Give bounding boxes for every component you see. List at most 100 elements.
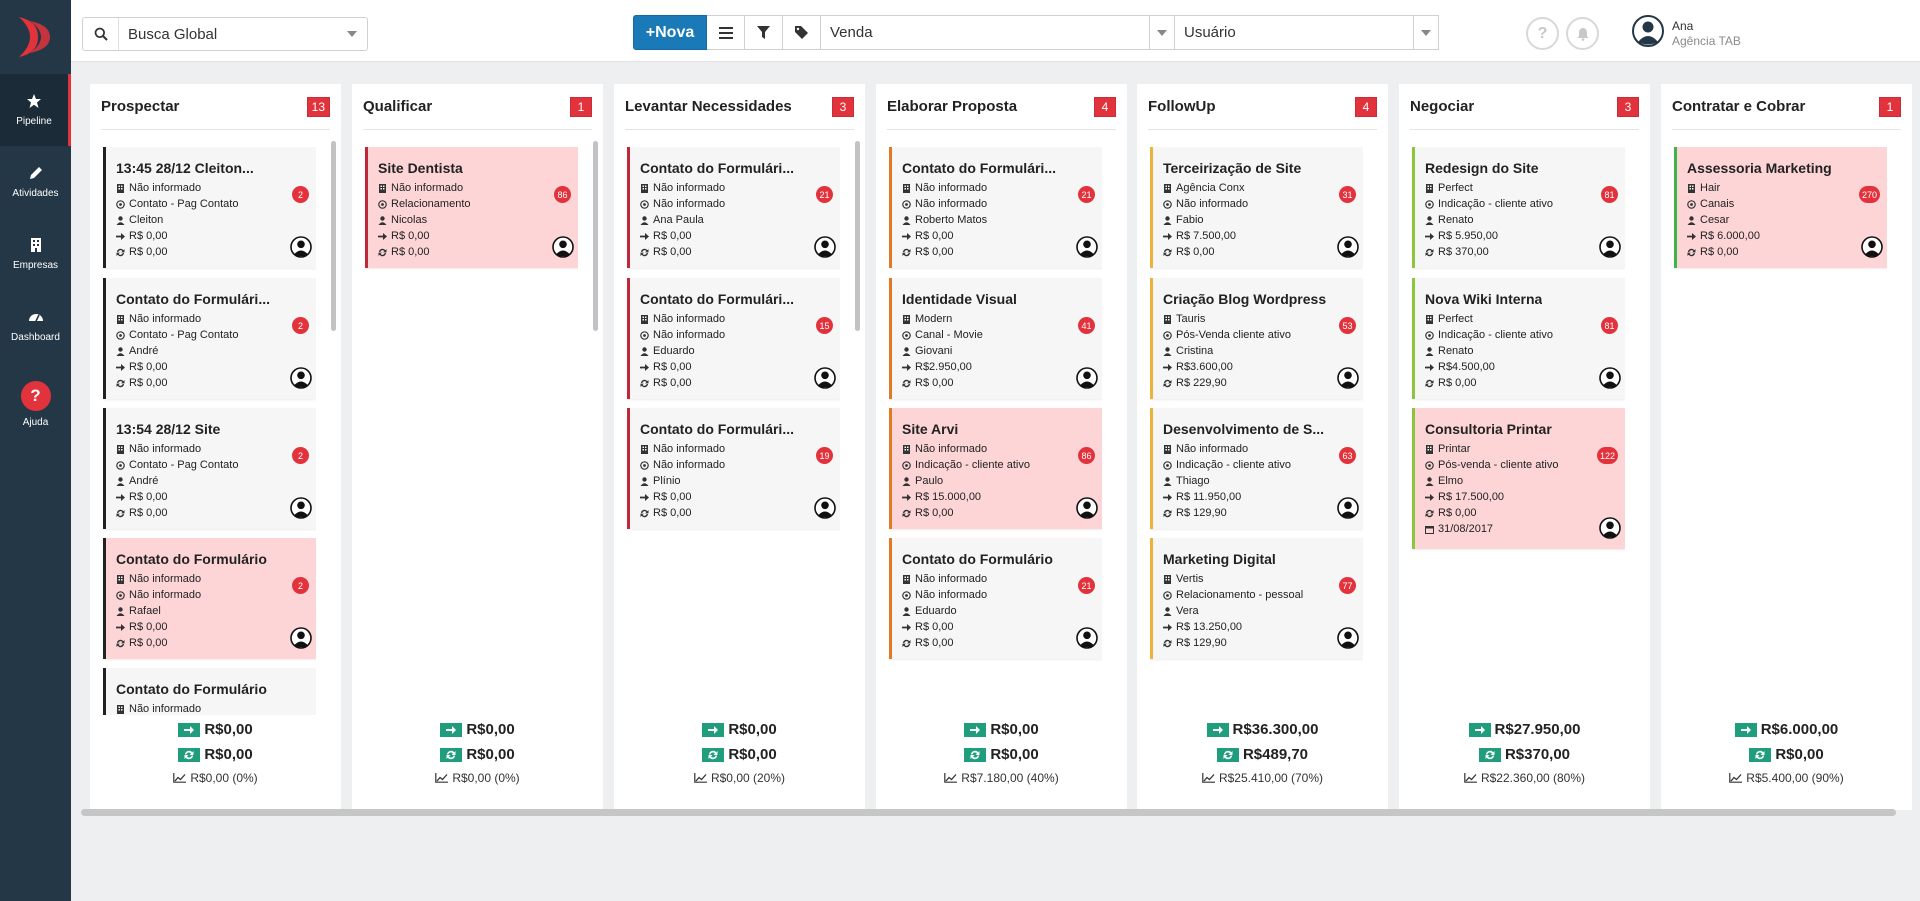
owner-avatar-icon[interactable] [1337,236,1359,263]
deal-title[interactable]: Redesign do Site [1425,160,1539,176]
deal-card[interactable]: Consultoria Printar Printar Pós-venda - cl… [1412,408,1625,549]
owner-avatar-icon[interactable] [1076,367,1098,394]
deal-card[interactable]: Identidade Visual Modern Canal - Movie Giov… [889,278,1102,399]
deal-card[interactable]: Contato do Formulári... Não informado Não … [889,147,1102,268]
owner-avatar-icon[interactable] [1076,497,1098,524]
deal-title[interactable]: Contato do Formulári... [116,291,270,307]
deal-card[interactable]: Contato do Formulári... Não informado Cont… [103,278,316,399]
deal-card[interactable]: Desenvolvimento de S... Não informado Indi… [1150,408,1363,529]
user-menu[interactable]: Ana Agência TAB [1632,15,1741,52]
deal-title[interactable]: Assessoria Marketing [1687,160,1832,176]
owner-avatar-icon[interactable] [1861,236,1883,263]
owner-avatar-icon[interactable] [814,367,836,394]
deal-title[interactable]: Site Dentista [378,160,463,176]
deal-title[interactable]: 13:45 28/12 Cleiton... [116,160,254,176]
chevron-down-icon[interactable] [1413,16,1438,49]
deal-source-text: Não informado [653,329,726,341]
owner-avatar-icon[interactable] [1337,627,1359,654]
deal-value: R$ 0,00 [902,621,954,633]
column-scrollbar[interactable] [331,141,336,331]
deal-title[interactable]: Contato do Formulári... [640,291,794,307]
company-icon [1163,574,1176,584]
contact-icon [116,346,129,356]
tab-logo-icon[interactable] [0,0,71,74]
sidebar-item-dashboard[interactable]: Dashboard [0,290,71,362]
deal-card[interactable]: Criação Blog Wordpress Tauris Pós-Venda cl… [1150,278,1363,399]
deal-card[interactable]: 13:54 28/12 Site Não informado Contato - P… [103,408,316,529]
card-list[interactable]: Site Dentista Não informado Relacionamento… [365,147,578,715]
deal-title[interactable]: Consultoria Printar [1425,421,1552,437]
owner-avatar-icon[interactable] [1076,236,1098,263]
owner-avatar-icon[interactable] [1337,497,1359,524]
sidebar-item-pipeline[interactable]: Pipeline [0,74,71,146]
user-select[interactable]: Usuário [1175,15,1439,50]
deal-card[interactable]: Contato do Formulári... Não informado Não … [627,278,840,399]
owner-avatar-icon[interactable] [290,497,312,524]
deal-card[interactable]: Contato do Formulário Não informado Não in… [103,538,316,659]
deal-title[interactable]: Site Arvi [902,421,958,437]
days-badge: 41 [1078,317,1095,334]
owner-avatar-icon[interactable] [290,627,312,654]
new-deal-button[interactable]: +Nova [633,15,707,50]
deal-card[interactable]: Site Dentista Não informado Relacionamento… [365,147,578,268]
tag-button[interactable] [783,15,821,50]
deal-title[interactable]: Contato do Formulári... [640,160,794,176]
owner-avatar-icon[interactable] [1599,236,1621,263]
deal-title[interactable]: Criação Blog Wordpress [1163,291,1326,307]
deal-title[interactable]: Desenvolvimento de S... [1163,421,1324,437]
owner-avatar-icon[interactable] [1599,517,1621,544]
card-list[interactable]: Terceirização de Site Agência Conx Não inf… [1150,147,1363,715]
list-view-button[interactable] [707,15,745,50]
search-icon[interactable] [83,18,119,50]
card-list[interactable]: Assessoria Marketing Hair Canais Cesar R$ 6.… [1674,147,1887,715]
owner-avatar-icon[interactable] [814,497,836,524]
card-list[interactable]: Contato do Formulári... Não informado Não … [627,147,840,715]
card-list[interactable]: 13:45 28/12 Cleiton... Não informado Conta… [103,147,316,715]
global-search[interactable]: Busca Global [82,17,368,51]
owner-avatar-icon[interactable] [290,367,312,394]
chevron-down-icon[interactable] [337,31,367,37]
deal-title[interactable]: Marketing Digital [1163,551,1276,567]
owner-avatar-icon[interactable] [1337,367,1359,394]
pipeline-select[interactable]: Venda [821,15,1175,50]
horizontal-scrollbar[interactable] [81,809,1896,816]
deal-title[interactable]: Nova Wiki Interna [1425,291,1542,307]
question-icon[interactable]: ? [1526,17,1559,50]
sidebar-item-ajuda[interactable]: ? Ajuda [0,362,71,446]
sidebar-item-empresas[interactable]: Empresas [0,218,71,290]
search-input[interactable]: Busca Global [119,26,337,43]
deal-card[interactable]: Contato do Formulári... Não informado Não … [627,408,840,529]
deal-title[interactable]: Contato do Formulári... [640,421,794,437]
deal-card[interactable]: Redesign do Site Perfect Indicação - clien… [1412,147,1625,268]
column-scrollbar[interactable] [593,141,598,331]
deal-card[interactable]: Contato do Formulário Não informado Não in… [889,538,1102,659]
deal-card[interactable]: 13:45 28/12 Cleiton... Não informado Conta… [103,147,316,268]
sidebar-item-atividades[interactable]: Atividades [0,146,71,218]
owner-avatar-icon[interactable] [814,236,836,263]
deal-title[interactable]: Contato do Formulário [116,681,267,697]
column-title: Contratar e Cobrar [1672,98,1806,115]
owner-avatar-icon[interactable] [1599,367,1621,394]
deal-card[interactable]: Site Arvi Não informado Indicação - client… [889,408,1102,529]
bell-icon[interactable] [1566,17,1599,50]
deal-card[interactable]: Nova Wiki Interna Perfect Indicação - clie… [1412,278,1625,399]
deal-card[interactable]: Contato do Formulári... Não informado Não … [627,147,840,268]
deal-card[interactable]: Terceirização de Site Agência Conx Não inf… [1150,147,1363,268]
column-scrollbar[interactable] [855,141,860,331]
deal-card[interactable]: Marketing Digital Vertis Relacionamento - … [1150,538,1363,659]
owner-avatar-icon[interactable] [290,236,312,263]
deal-card[interactable]: Contato do Formulário Não informado [103,668,316,715]
deal-card[interactable]: Assessoria Marketing Hair Canais Cesar R$ 6.… [1674,147,1887,268]
card-list[interactable]: Contato do Formulári... Não informado Não … [889,147,1102,715]
deal-title[interactable]: Contato do Formulário [116,551,267,567]
card-list[interactable]: Redesign do Site Perfect Indicação - clien… [1412,147,1625,715]
chevron-down-icon[interactable] [1149,16,1174,49]
owner-avatar-icon[interactable] [1076,627,1098,654]
deal-title[interactable]: 13:54 28/12 Site [116,421,220,437]
owner-avatar-icon[interactable] [552,236,574,263]
deal-title[interactable]: Contato do Formulári... [902,160,1056,176]
deal-title[interactable]: Terceirização de Site [1163,160,1301,176]
deal-title[interactable]: Contato do Formulário [902,551,1053,567]
deal-title[interactable]: Identidade Visual [902,291,1017,307]
filter-button[interactable] [745,15,783,50]
